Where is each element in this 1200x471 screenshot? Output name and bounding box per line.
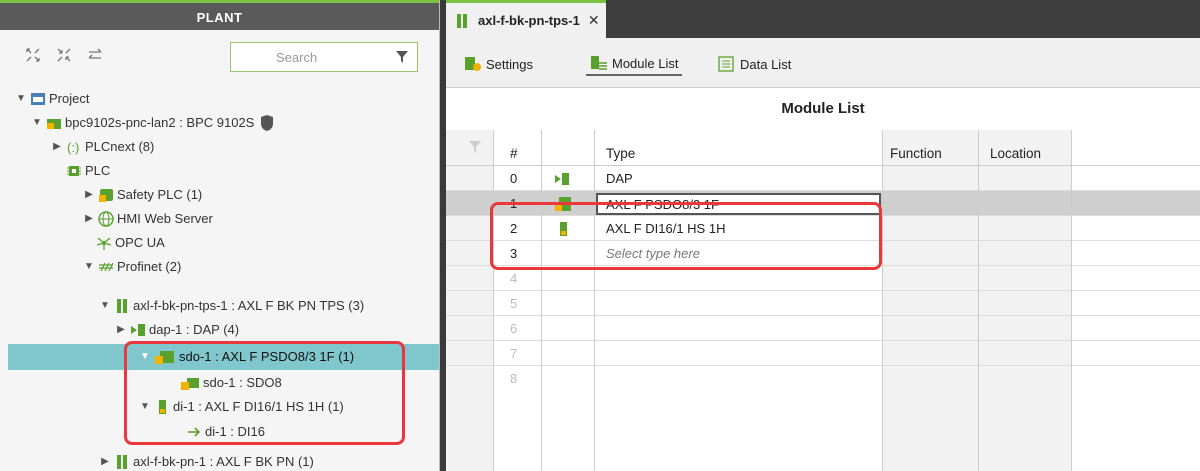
plc-icon bbox=[66, 163, 82, 179]
tree-item-safety-plc[interactable]: ▶ Safety PLC (1) bbox=[82, 183, 202, 207]
table-row[interactable]: 8 bbox=[446, 366, 1200, 391]
row-index: 5 bbox=[510, 296, 518, 311]
row-index: 8 bbox=[510, 371, 518, 386]
module-list-button[interactable]: Module List bbox=[586, 52, 683, 76]
search-box[interactable] bbox=[230, 42, 418, 72]
bus-coupler-icon bbox=[114, 298, 130, 314]
chevron-right-icon[interactable]: ▶ bbox=[50, 135, 64, 159]
chevron-down-icon[interactable]: ▼ bbox=[98, 294, 112, 318]
data-list-label: Data List bbox=[740, 56, 792, 72]
search-input[interactable] bbox=[231, 43, 381, 71]
column-header-location[interactable]: Location bbox=[990, 141, 1041, 166]
module-list-title: Module List bbox=[781, 100, 865, 117]
tab-bar: axl-f-bk-pn-tps-1 ✕ bbox=[446, 0, 1200, 38]
settings-button[interactable]: Settings bbox=[460, 52, 537, 76]
data-list-button[interactable]: Data List bbox=[714, 52, 795, 76]
svg-text:(:): (:) bbox=[67, 140, 79, 155]
editor-toolbar: Settings Module List Data List bbox=[446, 38, 1200, 88]
column-divider bbox=[882, 130, 883, 471]
collapse-all-icon[interactable] bbox=[55, 47, 73, 65]
tree-item-label: Project bbox=[49, 91, 90, 106]
chevron-down-icon[interactable]: ▼ bbox=[82, 255, 96, 279]
tree-item-label: axl-f-bk-pn-1 : AXL F BK PN (1) bbox=[133, 454, 314, 469]
row-type: DAP bbox=[606, 171, 633, 186]
settings-icon bbox=[464, 56, 481, 72]
tree-item-label: Safety PLC (1) bbox=[117, 187, 203, 202]
column-divider bbox=[978, 130, 979, 471]
tree-item-dap[interactable]: ▶ dap-1 : DAP (4) bbox=[114, 318, 239, 342]
safety-plc-icon bbox=[98, 187, 114, 203]
dap-icon bbox=[554, 171, 570, 190]
dap-icon bbox=[130, 322, 146, 338]
column-header-function[interactable]: Function bbox=[890, 141, 942, 166]
opcua-icon bbox=[96, 235, 112, 251]
table-row[interactable]: 7 bbox=[446, 341, 1200, 366]
tree-item-label: PLC bbox=[85, 163, 111, 178]
chevron-right-icon[interactable]: ▶ bbox=[98, 450, 112, 471]
highlight-box bbox=[490, 202, 882, 270]
plant-toolbar bbox=[0, 30, 439, 82]
close-icon[interactable]: ✕ bbox=[588, 12, 600, 29]
tree-item-label: dap-1 : DAP (4) bbox=[149, 322, 240, 337]
tree-item-project[interactable]: ▼ Project bbox=[14, 87, 89, 111]
plant-panel: PLANT ▼ Project ▼ bpc9102s-pnc-lan2 : BP… bbox=[0, 0, 440, 471]
shield-icon bbox=[260, 115, 276, 131]
tab-label: axl-f-bk-pn-tps-1 bbox=[478, 13, 580, 28]
row-index: 6 bbox=[510, 321, 518, 336]
editor-panel: axl-f-bk-pn-tps-1 ✕ Settings Module List… bbox=[446, 0, 1200, 471]
tree-item-bus-coupler[interactable]: ▶ axl-f-bk-pn-1 : AXL F BK PN (1) bbox=[98, 450, 314, 471]
table-row[interactable]: 0 DAP bbox=[446, 166, 1200, 191]
tree-item-label: Profinet (2) bbox=[117, 259, 182, 274]
module-list-icon bbox=[590, 55, 607, 71]
filter-icon[interactable] bbox=[395, 50, 409, 64]
row-index: 7 bbox=[510, 346, 518, 361]
tree-item-label: bpc9102s-pnc-lan2 : BPC 9102S bbox=[65, 115, 255, 130]
column-header-index[interactable]: # bbox=[510, 141, 518, 166]
chevron-right-icon[interactable]: ▶ bbox=[82, 207, 96, 231]
data-list-icon bbox=[718, 56, 734, 72]
tab-axl-f-bk-pn-tps-1[interactable]: axl-f-bk-pn-tps-1 ✕ bbox=[446, 0, 606, 38]
table-header: # Type Function Location bbox=[446, 130, 1200, 166]
column-divider bbox=[541, 130, 542, 471]
tree-item-label: HMI Web Server bbox=[117, 211, 213, 226]
table-row[interactable]: 5 bbox=[446, 291, 1200, 316]
profinet-icon bbox=[98, 259, 114, 275]
tree-item-bus-coupler-tps[interactable]: ▼ axl-f-bk-pn-tps-1 : AXL F BK PN TPS (3… bbox=[98, 294, 364, 318]
expand-all-icon[interactable] bbox=[24, 47, 42, 65]
tree-item-label: axl-f-bk-pn-tps-1 : AXL F BK PN TPS (3) bbox=[133, 298, 365, 313]
tree-item-label: OPC UA bbox=[115, 235, 165, 250]
chevron-right-icon[interactable]: ▶ bbox=[114, 318, 128, 342]
highlight-box bbox=[124, 341, 405, 445]
plant-panel-title: PLANT bbox=[0, 0, 439, 30]
chevron-down-icon[interactable]: ▼ bbox=[14, 87, 28, 111]
column-header-type[interactable]: Type bbox=[606, 141, 635, 166]
bus-coupler-icon bbox=[454, 13, 470, 29]
table-row[interactable]: 6 bbox=[446, 316, 1200, 341]
plcnext-icon: (:) bbox=[66, 139, 82, 155]
column-divider bbox=[1071, 130, 1072, 471]
row-index: 0 bbox=[510, 171, 518, 186]
chevron-down-icon[interactable]: ▼ bbox=[30, 111, 44, 135]
tree-item-opcua[interactable]: OPC UA bbox=[96, 231, 165, 255]
sync-icon[interactable] bbox=[86, 47, 104, 65]
tree-item-profinet[interactable]: ▼ Profinet (2) bbox=[82, 255, 181, 279]
project-icon bbox=[30, 91, 46, 107]
controller-icon bbox=[46, 115, 62, 131]
tree-item-label: PLCnext (8) bbox=[85, 139, 155, 154]
bus-coupler-icon bbox=[114, 454, 130, 470]
settings-label: Settings bbox=[486, 56, 533, 72]
tree-item-plcnext[interactable]: ▶ (:) PLCnext (8) bbox=[50, 135, 154, 159]
tree-item-hmi[interactable]: ▶ HMI Web Server bbox=[82, 207, 213, 231]
tree-item-plc[interactable]: PLC bbox=[66, 159, 110, 183]
column-divider bbox=[594, 130, 595, 471]
globe-icon bbox=[98, 211, 114, 227]
tree-item-controller[interactable]: ▼ bpc9102s-pnc-lan2 : BPC 9102S bbox=[30, 111, 279, 135]
module-list-label: Module List bbox=[612, 55, 679, 71]
column-divider bbox=[493, 130, 494, 471]
chevron-right-icon[interactable]: ▶ bbox=[82, 183, 96, 207]
